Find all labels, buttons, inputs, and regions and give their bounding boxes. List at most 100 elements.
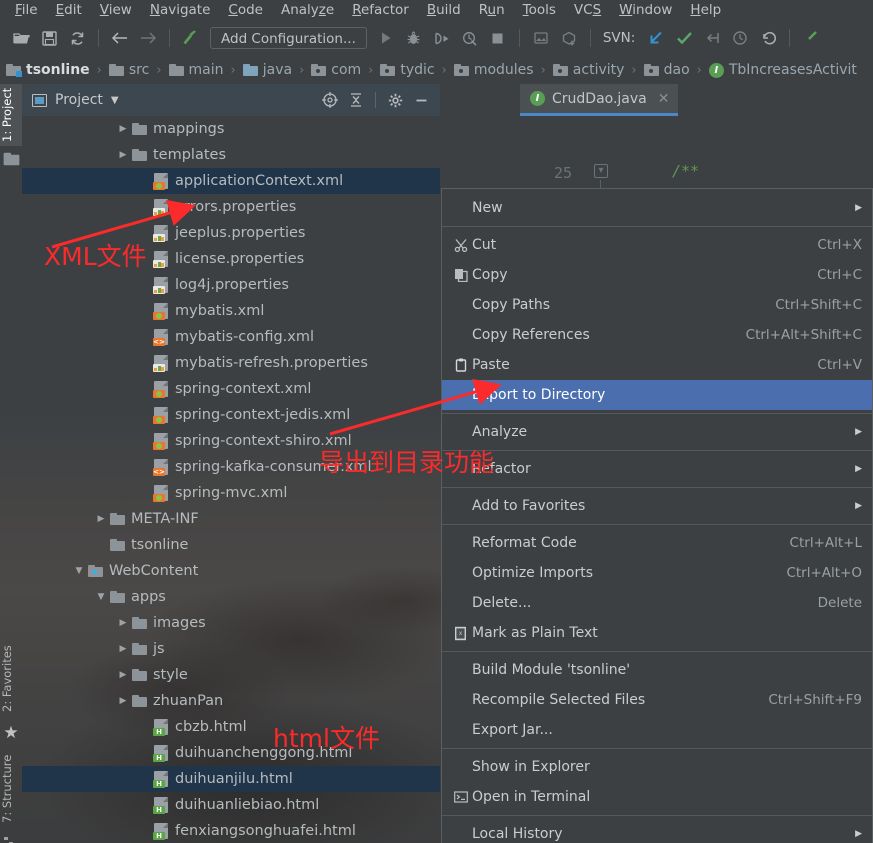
svn-push-icon[interactable] [699,25,725,51]
chevron-right-icon[interactable]: ▶ [116,688,130,714]
chevron-right-icon[interactable]: ▶ [94,506,108,532]
menu-item-window[interactable]: Window [610,0,681,20]
tree-row[interactable]: Hduihuanjilu.html [22,766,440,792]
star-icon[interactable]: ★ [2,723,20,743]
chevron-right-icon[interactable]: ▶ [116,116,130,142]
context-menu-item[interactable]: Refactor ▶ [442,454,872,484]
menu-item-run[interactable]: Run [470,0,514,20]
tree-row[interactable]: ▼ apps [22,584,440,610]
context-menu-item[interactable]: Recompile Selected Files Ctrl+Shift+F9 [442,685,872,715]
update-package-icon[interactable] [556,25,582,51]
tree-row[interactable]: spring-context-jedis.xml [22,402,440,428]
menu-item-code[interactable]: Code [219,0,272,20]
tree-row[interactable]: ▶ templates [22,142,440,168]
tree-row[interactable]: ▶ META-INF [22,506,440,532]
menu-item-navigate[interactable]: Navigate [141,0,220,20]
build-hammer-icon[interactable] [178,25,204,51]
breadcrumb-item-src[interactable]: src [108,62,149,78]
context-menu-item[interactable]: Reformat Code Ctrl+Alt+L [442,528,872,558]
editor-tab-cruddao[interactable]: I CrudDao.java ✕ [520,84,678,116]
context-menu-item[interactable]: New ▶ [442,193,872,223]
save-icon[interactable] [36,25,62,51]
scroll-from-source-icon[interactable] [319,89,341,111]
breadcrumb-item-java[interactable]: java [242,62,292,78]
run-icon[interactable] [373,25,399,51]
structure-icon[interactable] [2,834,20,843]
menu-item-edit[interactable]: Edit [47,0,91,20]
context-menu-item[interactable]: Show in Explorer [442,752,872,782]
context-menu-item[interactable]: Copy References Ctrl+Alt+Shift+C [442,320,872,350]
breadcrumb-item-activity[interactable]: activity [552,62,624,78]
menu-item-analyze[interactable]: Analyze [272,0,343,20]
back-arrow-icon[interactable] [107,25,133,51]
menu-item-view[interactable]: View [91,0,141,20]
breadcrumb-item-class[interactable]: I TbIncreasesActivit [708,62,857,78]
main-menu-bar[interactable]: File Edit View Navigate Code Analyze Ref… [0,0,873,20]
add-configuration-button[interactable]: Add Configuration... [210,27,367,49]
stop-icon[interactable] [485,25,511,51]
breadcrumb-item-main[interactable]: main [168,62,224,78]
editor-tab-strip[interactable]: I CrudDao.java ✕ [520,84,873,116]
chevron-down-icon[interactable]: ▼ [72,558,86,584]
tree-row[interactable]: jeeplus.properties [22,220,440,246]
tree-row[interactable]: Hduihuanchenggong.html [22,740,440,766]
tree-row[interactable]: Hcbzb.html [22,714,440,740]
svn-commit-icon[interactable] [671,25,697,51]
tree-row[interactable]: mybatis-refresh.properties [22,350,440,376]
tree-row[interactable]: applicationContext.xml [22,168,440,194]
context-menu-item[interactable]: Open in Terminal [442,782,872,812]
breadcrumb-item-modules[interactable]: modules [453,62,534,78]
tree-row[interactable]: <> mybatis-config.xml [22,324,440,350]
context-menu-item[interactable]: Copy Paths Ctrl+Shift+C [442,290,872,320]
project-panel-actions[interactable] [319,89,440,111]
context-menu-item[interactable]: Cut Ctrl+X [442,230,872,260]
tree-row[interactable]: spring-context.xml [22,376,440,402]
tree-row[interactable]: ▶ zhuanPan [22,688,440,714]
tree-row[interactable]: <> spring-kafka-consumer.xml [22,454,440,480]
context-menu-item[interactable]: Copy Ctrl+C [442,260,872,290]
debug-bug-icon[interactable] [401,25,427,51]
chevron-down-icon[interactable]: ▼ [94,584,108,610]
close-icon[interactable]: ✕ [658,91,670,107]
context-menu-item[interactable]: Paste Ctrl+V [442,350,872,380]
tree-row[interactable]: ▶ mappings [22,116,440,142]
profile-icon[interactable] [457,25,483,51]
context-menu-item[interactable]: Local History ▶ [442,819,872,843]
hide-panel-icon[interactable] [410,89,432,111]
tree-row[interactable]: Hduihuanliebiao.html [22,792,440,818]
svn-update-icon[interactable] [643,25,669,51]
context-menu-item[interactable]: Export Jar... [442,715,872,745]
project-file-tree[interactable]: ▶ mappings ▶ templates applicationContext.xm… [22,116,440,843]
main-toolbar[interactable]: Add Configuration... SVN: [0,20,873,56]
sidebar-item-structure[interactable]: 7: Structure [0,749,22,829]
search-everywhere-icon[interactable] [798,25,824,51]
context-menu-item[interactable]: Build Module 'tsonline' [442,655,872,685]
open-folder-icon[interactable] [8,25,34,51]
code-fold-toggle[interactable]: ▾ [594,164,608,178]
sync-icon[interactable] [64,25,90,51]
tree-row[interactable]: ▶ js [22,636,440,662]
sidebar-item-project[interactable]: 1: Project [0,84,22,146]
breadcrumb-item-tsonline[interactable]: tsonline [6,62,90,78]
chevron-down-icon[interactable]: ▼ [111,95,119,106]
deploy-icon[interactable] [528,25,554,51]
context-menu-item[interactable]: Analyze ▶ [442,417,872,447]
chevron-right-icon[interactable]: ▶ [116,662,130,688]
chevron-right-icon[interactable]: ▶ [116,636,130,662]
tree-row[interactable]: spring-mvc.xml [22,480,440,506]
menu-item-vcs[interactable]: VCS [565,0,610,20]
context-menu-item[interactable]: Optimize Imports Ctrl+Alt+O [442,558,872,588]
menu-item-tools[interactable]: Tools [514,0,565,20]
sidebar-item-favorites[interactable]: 2: Favorites [0,640,22,718]
left-tool-window-strip[interactable]: 1: Project 2: Favorites ★ 7: Structure [0,84,22,843]
tree-row[interactable]: errors.properties [22,194,440,220]
tree-row[interactable]: mybatis.xml [22,298,440,324]
menu-item-help[interactable]: Help [681,0,730,20]
folder-icon[interactable] [2,150,20,168]
context-menu-item[interactable]: Delete... Delete [442,588,872,618]
tree-row[interactable]: license.properties [22,246,440,272]
gear-icon[interactable] [384,89,406,111]
chevron-right-icon[interactable]: ▶ [116,142,130,168]
context-menu-item[interactable]: Export to Directory [442,380,872,410]
tree-row[interactable]: ▶ style [22,662,440,688]
